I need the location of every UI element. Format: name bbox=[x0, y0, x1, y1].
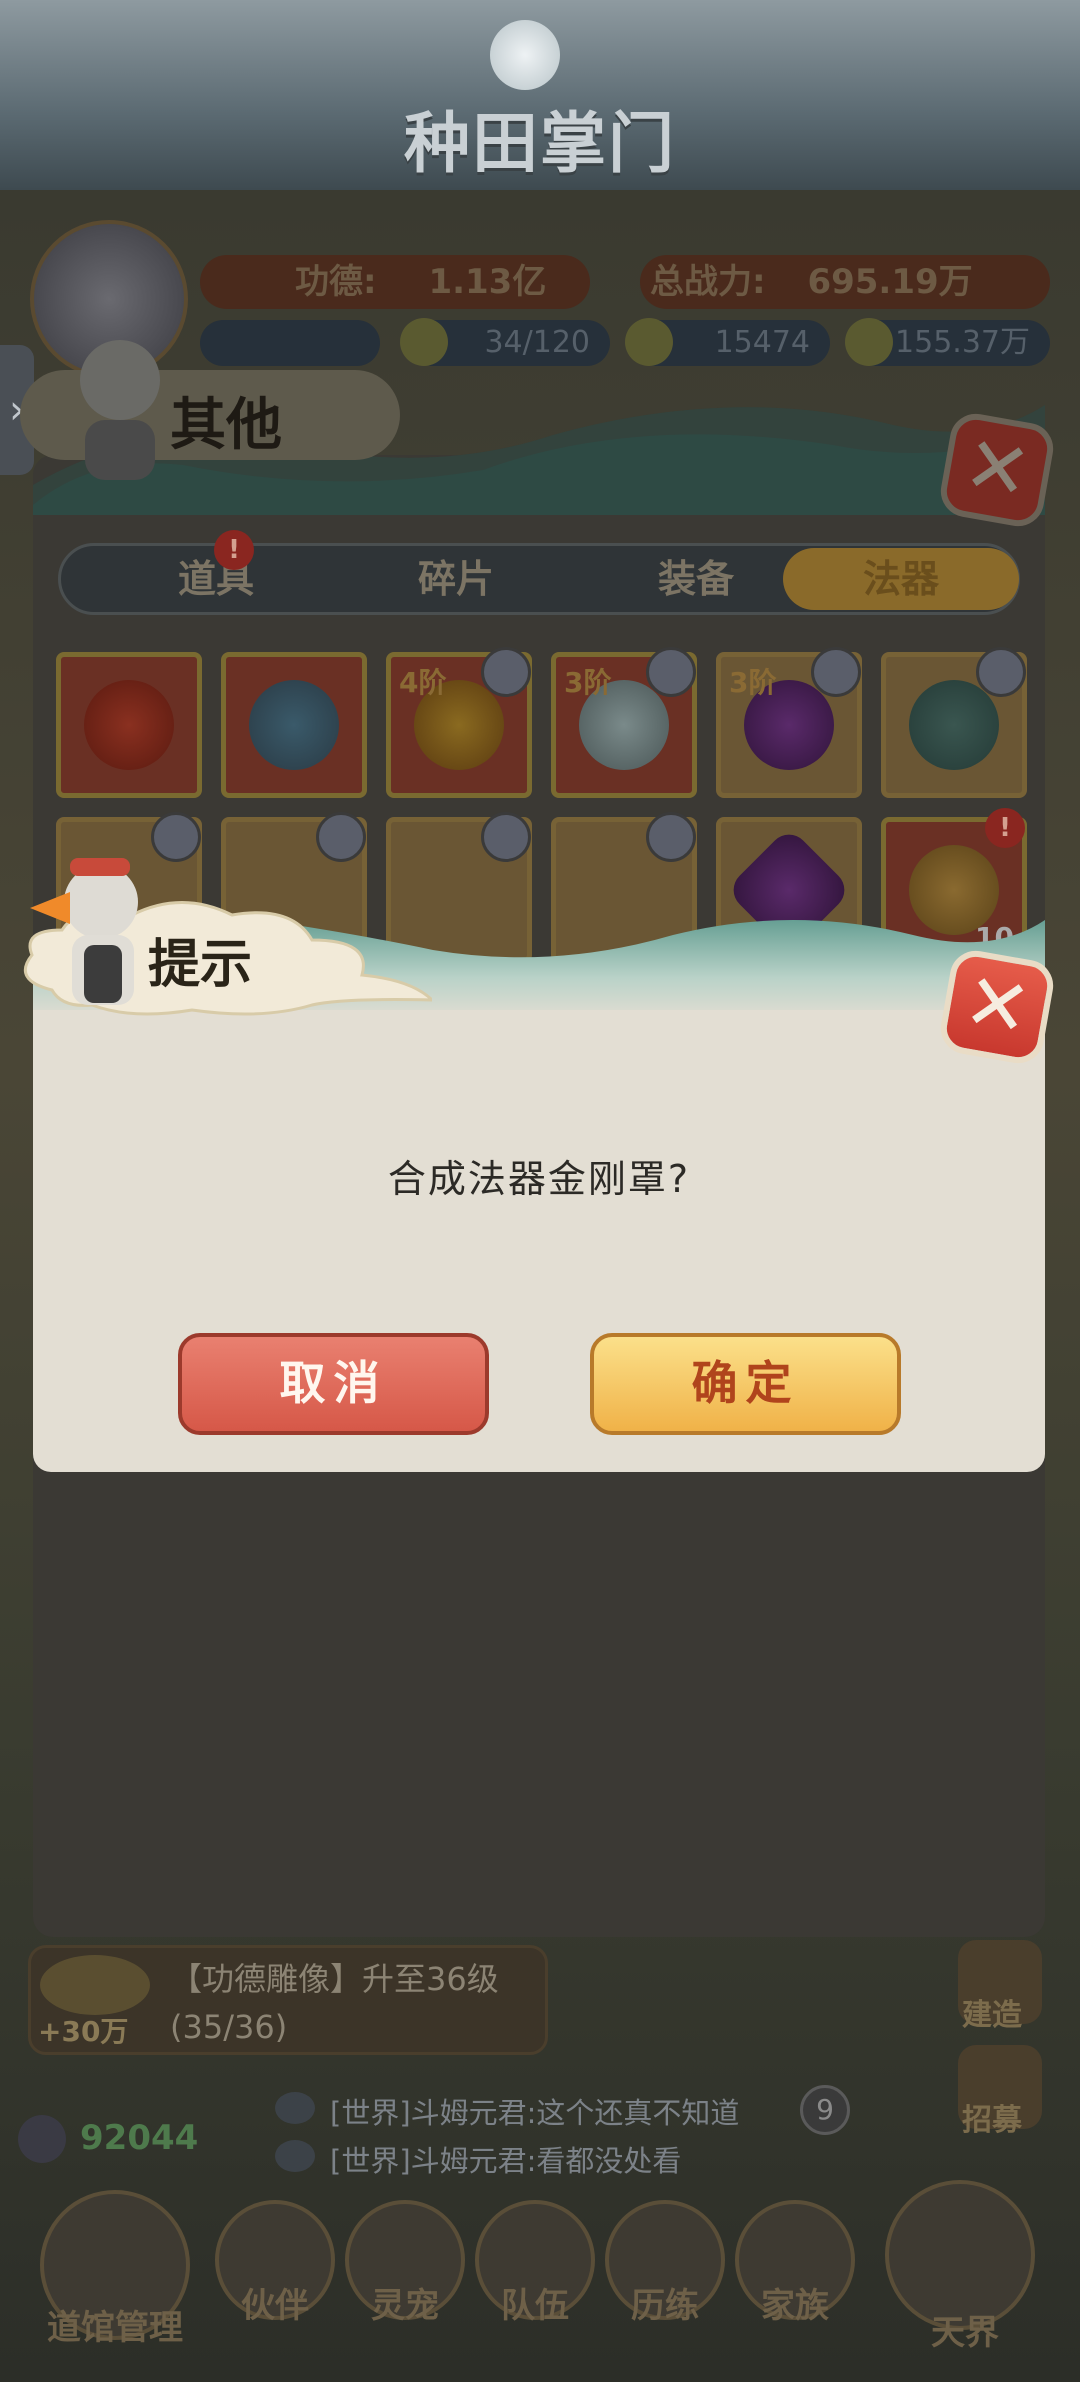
artifact-slot[interactable] bbox=[56, 652, 202, 798]
flame-orb-icon bbox=[84, 680, 174, 770]
close-icon: ✕ bbox=[957, 419, 1038, 520]
nav-pet-label: 灵宠 bbox=[371, 2286, 439, 2326]
merit-label: 功德: bbox=[295, 262, 377, 302]
crane-mascot-icon bbox=[64, 865, 138, 939]
artifact-slot[interactable]: 3阶 bbox=[716, 647, 862, 798]
resource-pill-0 bbox=[200, 320, 380, 366]
resource-1-value: 34/120 bbox=[484, 325, 590, 360]
nav-heaven-label: 天界 bbox=[931, 2313, 999, 2353]
chat-channel: [世界] bbox=[330, 2144, 411, 2178]
artifact-slot[interactable]: 3阶 bbox=[551, 647, 697, 798]
owner-avatar bbox=[646, 647, 696, 697]
dragon-artifact-icon bbox=[249, 680, 339, 770]
chat-text: 斗姆元君:这个还真不知道 bbox=[410, 2096, 740, 2130]
cauldron-icon bbox=[909, 680, 999, 770]
artifact-slot[interactable] bbox=[221, 652, 367, 798]
stamina-icon bbox=[400, 318, 448, 366]
tab-artifacts[interactable]: 法器 bbox=[783, 548, 1019, 610]
artifact-grade: 4阶 bbox=[399, 666, 447, 699]
chat-count-badge: 9 bbox=[800, 2085, 850, 2135]
owner-avatar bbox=[646, 812, 696, 862]
category-tabbar: 道具 碎片 装备 法器 bbox=[58, 543, 1020, 615]
nav-training-label: 历练 bbox=[631, 2286, 699, 2326]
other-panel-close-button[interactable]: ✕ bbox=[936, 409, 1058, 531]
crane-body bbox=[85, 420, 155, 480]
power-value: 695.19万 bbox=[807, 262, 973, 302]
dialog-title: 提示 bbox=[148, 934, 253, 995]
cancel-button[interactable]: 取消 bbox=[178, 1333, 489, 1435]
chat-text: 斗姆元君:看都没处看 bbox=[410, 2144, 682, 2178]
other-panel-title: 其他 bbox=[170, 392, 282, 458]
quest-text: 【功德雕像】升至36级(35/36) bbox=[170, 1960, 499, 2046]
nav-family-label: 家族 bbox=[761, 2286, 829, 2326]
coin-icon bbox=[845, 318, 893, 366]
chat-bubble-icon bbox=[275, 2140, 315, 2172]
resource-2-value: 15474 bbox=[714, 325, 810, 360]
owner-avatar bbox=[481, 647, 531, 697]
power-label: 总战力: bbox=[650, 262, 766, 302]
chat-line[interactable]: [世界]斗姆元君:这个还真不知道 bbox=[330, 2090, 739, 2132]
dialog-message: 合成法器金刚罩? bbox=[387, 1157, 691, 1201]
crane-crest bbox=[70, 858, 130, 876]
close-icon: ✕ bbox=[957, 956, 1038, 1057]
resource-3-value: 155.37万 bbox=[895, 325, 1030, 360]
ingot-icon bbox=[625, 318, 673, 366]
dialog-close-button[interactable]: ✕ bbox=[936, 946, 1058, 1068]
confirm-button[interactable]: 确定 bbox=[590, 1333, 901, 1435]
quest-reward: +30万 bbox=[38, 2015, 129, 2048]
merit-value: 1.13亿 bbox=[428, 262, 547, 302]
slot-alert-badge: ! bbox=[985, 808, 1025, 848]
chat-bubble-icon bbox=[275, 2092, 315, 2124]
merit-stat: 功德: 1.13亿 bbox=[200, 255, 590, 309]
tab-equipment[interactable]: 装备 bbox=[591, 546, 801, 612]
owner-avatar bbox=[316, 812, 366, 862]
moon-decoration bbox=[490, 20, 560, 90]
lotus-icon bbox=[40, 1955, 150, 2015]
coin-count: 92044 bbox=[80, 2118, 199, 2158]
tab-props-alert-badge: ! bbox=[214, 530, 254, 570]
artifact-grade: 3阶 bbox=[729, 666, 777, 699]
crane-mascot-icon bbox=[80, 340, 160, 420]
owner-avatar bbox=[976, 647, 1026, 697]
crane-robe bbox=[84, 945, 122, 1003]
power-stat: 总战力: 695.19万 bbox=[640, 255, 1050, 309]
owner-avatar bbox=[481, 812, 531, 862]
build-label: 建造 bbox=[962, 1998, 1022, 2033]
owner-avatar bbox=[151, 812, 201, 862]
recruit-label: 招募 bbox=[962, 2103, 1022, 2138]
artifact-slot[interactable] bbox=[881, 647, 1027, 798]
crane-beak bbox=[30, 892, 70, 924]
coins-avatar bbox=[18, 2115, 66, 2163]
chat-channel: [世界] bbox=[330, 2096, 411, 2130]
artifact-slot[interactable]: 4阶 bbox=[386, 647, 532, 798]
chat-line[interactable]: [世界]斗姆元君:看都没处看 bbox=[330, 2138, 681, 2180]
nav-partner-label: 伙伴 bbox=[241, 2286, 309, 2326]
owner-avatar bbox=[811, 647, 861, 697]
tab-fragments[interactable]: 碎片 bbox=[351, 546, 561, 612]
artifact-grade: 3阶 bbox=[564, 666, 612, 699]
nav-dojo-label: 道馆管理 bbox=[47, 2308, 183, 2348]
nav-team-label: 队伍 bbox=[501, 2286, 569, 2326]
